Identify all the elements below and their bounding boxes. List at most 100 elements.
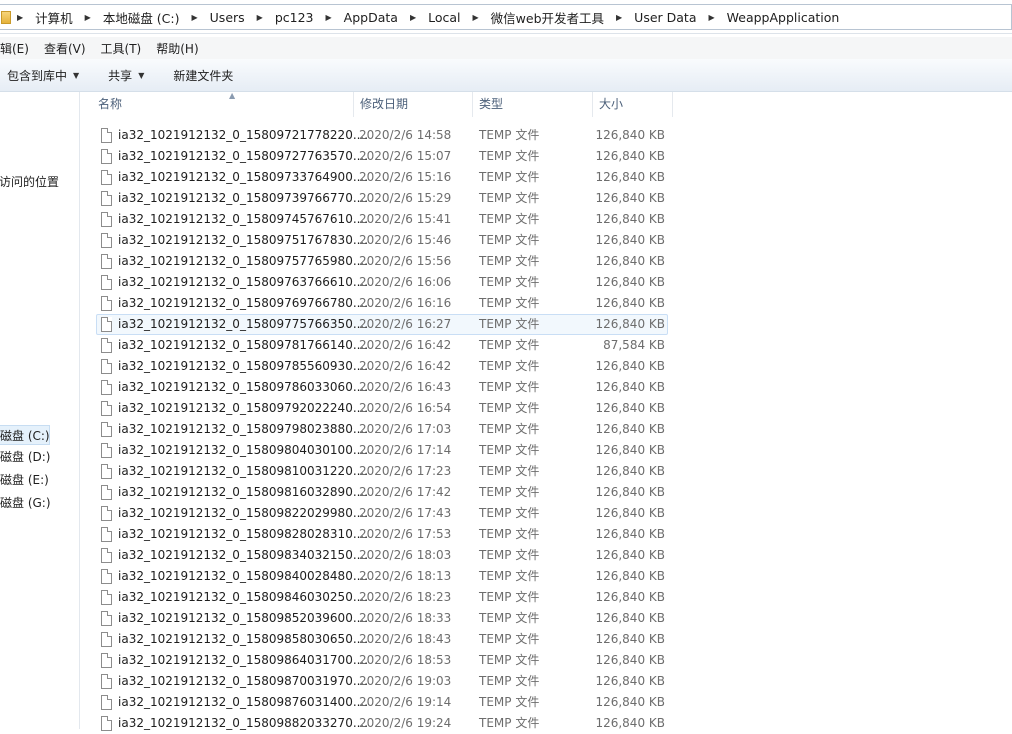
file-row[interactable]: ia32_1021912132_0_15809816032890.... 2020…: [96, 482, 668, 503]
file-row[interactable]: ia32_1021912132_0_15809870031970.... 2020…: [96, 671, 668, 692]
file-row[interactable]: ia32_1021912132_0_15809810031220.... 2020…: [96, 461, 668, 482]
include-in-library-button[interactable]: 包含到库中 ▼: [7, 67, 79, 84]
chevron-right-icon[interactable]: ▶: [616, 13, 622, 22]
file-date: 2020/2/6 17:43: [359, 506, 452, 520]
breadcrumb[interactable]: ▶ 计算机 ▶ 本地磁盘 (C:) ▶ Users ▶ pc123 ▶ AppData ▶…: [0, 4, 1012, 30]
file-row[interactable]: ia32_1021912132_0_15809733764900.... 2020…: [96, 167, 668, 188]
share-button[interactable]: 共享 ▼: [108, 67, 144, 84]
breadcrumb-item-pc123[interactable]: ▶ pc123: [245, 10, 314, 25]
breadcrumb-item-users[interactable]: ▶ Users: [180, 10, 245, 25]
file-icon: [101, 191, 112, 206]
breadcrumb-item-weappapplication[interactable]: ▶ WeappApplication: [696, 10, 839, 25]
breadcrumb-item-computer[interactable]: ▶ 计算机: [17, 8, 73, 27]
menu-view[interactable]: 查看(V): [44, 40, 86, 57]
chevron-right-icon[interactable]: ▶: [326, 13, 332, 22]
file-row[interactable]: ia32_1021912132_0_15809751767830.... 2020…: [96, 230, 668, 251]
file-type: TEMP 文件: [479, 632, 540, 646]
nav-item-recent-places[interactable]: 访问的位置: [0, 172, 59, 192]
column-header-size[interactable]: 大小: [593, 92, 673, 117]
breadcrumb-item-local[interactable]: ▶ Local: [398, 10, 461, 25]
nav-item-drive-c[interactable]: 磁盘 (C:): [0, 425, 50, 445]
file-row[interactable]: ia32_1021912132_0_15809785560930.... 2020…: [96, 356, 668, 377]
file-row[interactable]: ia32_1021912132_0_15809876031400.... 2020…: [96, 692, 668, 713]
column-header-date[interactable]: 修改日期: [354, 92, 473, 117]
chevron-right-icon[interactable]: ▶: [410, 13, 416, 22]
file-date: 2020/2/6 16:42: [359, 338, 452, 352]
file-row[interactable]: ia32_1021912132_0_15809882033270.... 2020…: [96, 713, 668, 734]
file-size: 126,840 KB: [595, 233, 665, 247]
file-row[interactable]: ia32_1021912132_0_15809852039600.... 2020…: [96, 608, 668, 629]
new-folder-button[interactable]: 新建文件夹: [173, 67, 233, 84]
file-row[interactable]: ia32_1021912132_0_15809840028480.... 2020…: [96, 566, 668, 587]
file-type: TEMP 文件: [479, 401, 540, 415]
file-row[interactable]: ia32_1021912132_0_15809804030100.... 2020…: [96, 440, 668, 461]
file-size: 126,840 KB: [595, 401, 665, 415]
breadcrumb-item-wechat-devtools[interactable]: ▶ 微信web开发者工具: [461, 8, 605, 27]
file-name: ia32_1021912132_0_15809846030250....: [118, 590, 369, 604]
file-row[interactable]: ia32_1021912132_0_15809792022240.... 2020…: [96, 398, 668, 419]
file-date: 2020/2/6 16:54: [359, 401, 452, 415]
column-header-type[interactable]: 类型: [473, 92, 593, 117]
file-name: ia32_1021912132_0_15809798023880....: [118, 422, 369, 436]
file-row[interactable]: ia32_1021912132_0_15809786033060.... 2020…: [96, 377, 668, 398]
file-row[interactable]: ia32_1021912132_0_15809834032150.... 2020…: [96, 545, 668, 566]
nav-item-drive-e[interactable]: 磁盘 (E:): [0, 470, 49, 490]
file-name: ia32_1021912132_0_15809834032150....: [118, 548, 369, 562]
file-row[interactable]: ia32_1021912132_0_15809775766350.... 2020…: [96, 314, 668, 335]
file-type: TEMP 文件: [479, 275, 540, 289]
chevron-right-icon[interactable]: ▶: [17, 13, 23, 22]
caret-down-icon: ▼: [138, 70, 145, 80]
chevron-right-icon[interactable]: ▶: [85, 13, 91, 22]
chevron-right-icon[interactable]: ▶: [473, 13, 479, 22]
menu-edit[interactable]: 编辑(E): [0, 40, 29, 57]
file-size: 126,840 KB: [595, 212, 665, 226]
file-date: 2020/2/6 17:42: [359, 485, 452, 499]
file-date: 2020/2/6 15:16: [359, 170, 452, 184]
file-date: 2020/2/6 16:42: [359, 359, 452, 373]
command-toolbar: 包含到库中 ▼ 共享 ▼ 新建文件夹: [0, 59, 1012, 92]
file-row[interactable]: ia32_1021912132_0_15809781766140.... 2020…: [96, 335, 668, 356]
chevron-right-icon[interactable]: ▶: [708, 13, 714, 22]
file-icon: [101, 296, 112, 311]
file-date: 2020/2/6 18:43: [359, 632, 452, 646]
file-icon: [101, 527, 112, 542]
menu-help[interactable]: 帮助(H): [156, 40, 198, 57]
file-date: 2020/2/6 19:24: [359, 716, 452, 730]
file-row[interactable]: ia32_1021912132_0_15809798023880.... 2020…: [96, 419, 668, 440]
file-name: ia32_1021912132_0_15809882033270....: [118, 716, 369, 730]
file-name: ia32_1021912132_0_15809828028310....: [118, 527, 369, 541]
file-row[interactable]: ia32_1021912132_0_15809757765980.... 2020…: [96, 251, 668, 272]
file-row[interactable]: ia32_1021912132_0_15809858030650.... 2020…: [96, 629, 668, 650]
file-row[interactable]: ia32_1021912132_0_15809721778220.... 2020…: [96, 125, 668, 146]
file-name: ia32_1021912132_0_15809745767610....: [118, 212, 369, 226]
file-row[interactable]: ia32_1021912132_0_15809828028310.... 2020…: [96, 524, 668, 545]
file-size: 126,840 KB: [595, 170, 665, 184]
file-row[interactable]: ia32_1021912132_0_15809822029980.... 2020…: [96, 503, 668, 524]
file-row[interactable]: ia32_1021912132_0_15809846030250.... 2020…: [96, 587, 668, 608]
breadcrumb-item-user-data[interactable]: ▶ User Data: [604, 10, 696, 25]
chevron-right-icon[interactable]: ▶: [192, 13, 198, 22]
file-row[interactable]: ia32_1021912132_0_15809763766610.... 2020…: [96, 272, 668, 293]
file-type: TEMP 文件: [479, 590, 540, 604]
file-row[interactable]: ia32_1021912132_0_15809864031700.... 2020…: [96, 650, 668, 671]
file-type: TEMP 文件: [479, 233, 540, 247]
nav-item-drive-d[interactable]: 磁盘 (D:): [0, 447, 50, 467]
file-row[interactable]: ia32_1021912132_0_15809769766780.... 2020…: [96, 293, 668, 314]
file-date: 2020/2/6 15:41: [359, 212, 452, 226]
column-header-name[interactable]: ▲ 名称: [92, 91, 354, 117]
file-date: 2020/2/6 18:03: [359, 548, 452, 562]
file-row[interactable]: ia32_1021912132_0_15809745767610.... 2020…: [96, 209, 668, 230]
file-icon: [101, 128, 112, 143]
breadcrumb-item-appdata[interactable]: ▶ AppData: [314, 10, 398, 25]
file-row[interactable]: ia32_1021912132_0_15809727763570.... 2020…: [96, 146, 668, 167]
file-type: TEMP 文件: [479, 506, 540, 520]
file-row[interactable]: ia32_1021912132_0_15809739766770.... 2020…: [96, 188, 668, 209]
chevron-right-icon[interactable]: ▶: [257, 13, 263, 22]
menu-tools[interactable]: 工具(T): [101, 40, 142, 57]
nav-item-drive-g[interactable]: 磁盘 (G:): [0, 493, 51, 513]
file-name: ia32_1021912132_0_15809816032890....: [118, 485, 369, 499]
file-date: 2020/2/6 19:03: [359, 674, 452, 688]
menu-bar: 编辑(E) 查看(V) 工具(T) 帮助(H): [0, 37, 1012, 59]
file-icon: [101, 611, 112, 626]
breadcrumb-item-c-drive[interactable]: ▶ 本地磁盘 (C:): [73, 8, 180, 27]
